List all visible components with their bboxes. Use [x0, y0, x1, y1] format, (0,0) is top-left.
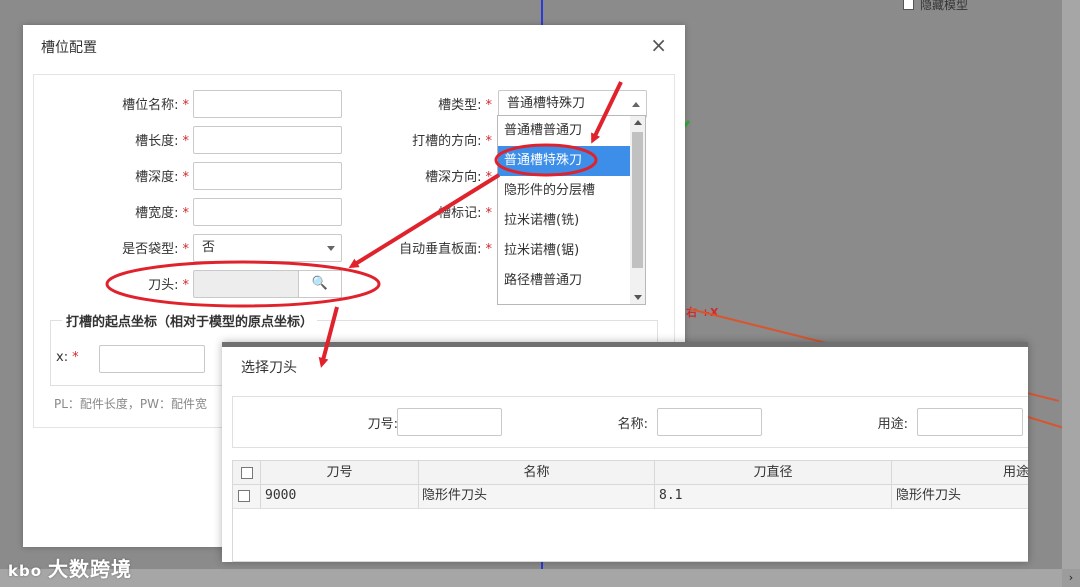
tool-no-filter-label: 刀号:	[367, 417, 398, 432]
slot-name-input[interactable]	[193, 90, 342, 118]
auto-vertical-label: 自动垂直板面: *	[399, 242, 492, 257]
usage-filter-input[interactable]	[917, 408, 1023, 436]
slot-name-label: 槽位名称: *	[122, 98, 189, 113]
watermark-logo: kbo	[8, 562, 43, 580]
column-header[interactable]: 刀直径	[655, 461, 892, 485]
dropdown-scroll-thumb[interactable]	[632, 132, 643, 268]
slot-width-input[interactable]	[193, 198, 342, 226]
select-all-checkbox[interactable]	[241, 467, 253, 479]
slot-type-value: 普通槽特殊刀	[507, 96, 586, 111]
dialog-title: 选择刀头	[241, 360, 297, 376]
dropdown-option[interactable]: 路径槽普通刀	[498, 266, 632, 296]
hide-model-label: 隐藏模型	[920, 0, 969, 12]
table-row[interactable]: 9000 隐形件刀头 8.1 隐形件刀头	[233, 485, 1028, 509]
is-pocket-select[interactable]: 否	[193, 234, 342, 262]
usage-filter-label: 用途:	[877, 417, 908, 432]
slot-width-label: 槽宽度: *	[135, 206, 189, 221]
hide-model-checkbox[interactable]	[903, 0, 914, 10]
z-axis-line	[541, 0, 543, 25]
dropdown-scrollbar[interactable]	[630, 116, 645, 304]
tool-no-filter-input[interactable]	[397, 408, 502, 436]
x-coordinate-input[interactable]	[99, 345, 205, 373]
row-checkbox[interactable]	[238, 490, 250, 502]
search-icon: 🔍	[311, 276, 329, 291]
scroll-down-icon[interactable]	[634, 295, 642, 300]
name-cell: 隐形件刀头	[419, 485, 655, 509]
table-header: 刀号 名称 刀直径 用途	[233, 461, 1028, 485]
diameter-cell: 8.1	[655, 485, 892, 509]
dialog-top-border	[222, 342, 1028, 347]
name-filter-label: 名称:	[617, 417, 648, 432]
watermark: kbo 大数跨境	[8, 553, 132, 582]
is-pocket-label: 是否袋型: *	[122, 242, 189, 257]
viewport-vertical-scrollbar[interactable]	[1062, 0, 1080, 569]
slot-depth-label: 槽深度: *	[135, 170, 189, 185]
tool-filter-bar: 刀号: 名称: 用途:	[232, 396, 1028, 448]
header-checkbox-cell	[233, 461, 261, 485]
tool-head-label: 刀头: *	[148, 278, 189, 293]
close-icon[interactable]: ×	[650, 33, 667, 57]
usage-cell: 隐形件刀头	[896, 488, 962, 503]
slot-depth-input[interactable]	[193, 162, 342, 190]
tool-head-search-button[interactable]: 🔍	[298, 270, 342, 298]
dialog-title: 槽位配置	[41, 40, 97, 56]
chevron-up-icon	[632, 102, 640, 107]
slot-mark-label: 槽标记: *	[438, 206, 492, 221]
column-header[interactable]: 刀号	[261, 461, 419, 485]
tool-table: 刀号 名称 刀直径 用途 9000 隐形件刀头 8.1 隐形件刀头	[232, 460, 1028, 562]
row-checkbox-cell	[233, 485, 261, 509]
depth-direction-label: 槽深方向: *	[425, 170, 492, 185]
chevron-down-icon	[327, 246, 335, 251]
watermark-text: 大数跨境	[48, 557, 133, 581]
select-tool-dialog: 选择刀头 刀号: 名称: 用途: 刀号 名称 刀直径 用途 9000 隐形件刀头…	[222, 342, 1028, 562]
tool-head-input[interactable]	[193, 270, 299, 298]
column-header[interactable]: 用途	[892, 461, 1028, 485]
column-header[interactable]: 名称	[419, 461, 655, 485]
slot-type-dropdown[interactable]: 普通槽普通刀 普通槽特殊刀 隐形件的分层槽 拉米诺槽(铣) 拉米诺槽(锯) 路径…	[497, 115, 646, 305]
tool-no-cell: 9000	[261, 485, 419, 509]
is-pocket-value: 否	[202, 240, 216, 255]
dimension-note: PL：配件长度，PW：配件宽	[54, 397, 208, 411]
dropdown-option-selected[interactable]: 普通槽特殊刀	[498, 146, 632, 176]
slot-type-select[interactable]: 普通槽特殊刀	[498, 90, 647, 118]
dropdown-option[interactable]: 拉米诺槽(铣)	[498, 206, 632, 236]
groove-direction-label: 打槽的方向: *	[412, 134, 492, 149]
start-coordinate-legend: 打槽的起点坐标（相对于模型的原点坐标）	[62, 311, 318, 330]
hide-model-toggle[interactable]: 隐藏模型	[903, 0, 968, 13]
slot-length-input[interactable]	[193, 126, 342, 154]
dropdown-option[interactable]: 普通槽普通刀	[498, 116, 632, 146]
dropdown-option[interactable]: 拉米诺槽(锯)	[498, 236, 632, 266]
scroll-up-icon[interactable]	[634, 120, 642, 125]
slot-type-label: 槽类型: *	[438, 98, 492, 113]
viewport-horizontal-scrollbar[interactable]	[0, 569, 1080, 587]
x-coordinate-label: x: *	[56, 350, 79, 365]
dropdown-option[interactable]: 隐形件的分层槽	[498, 176, 632, 206]
name-filter-input[interactable]	[657, 408, 762, 436]
scroll-right-arrow-icon[interactable]: ›	[1062, 569, 1080, 587]
slot-length-label: 槽长度: *	[135, 134, 189, 149]
